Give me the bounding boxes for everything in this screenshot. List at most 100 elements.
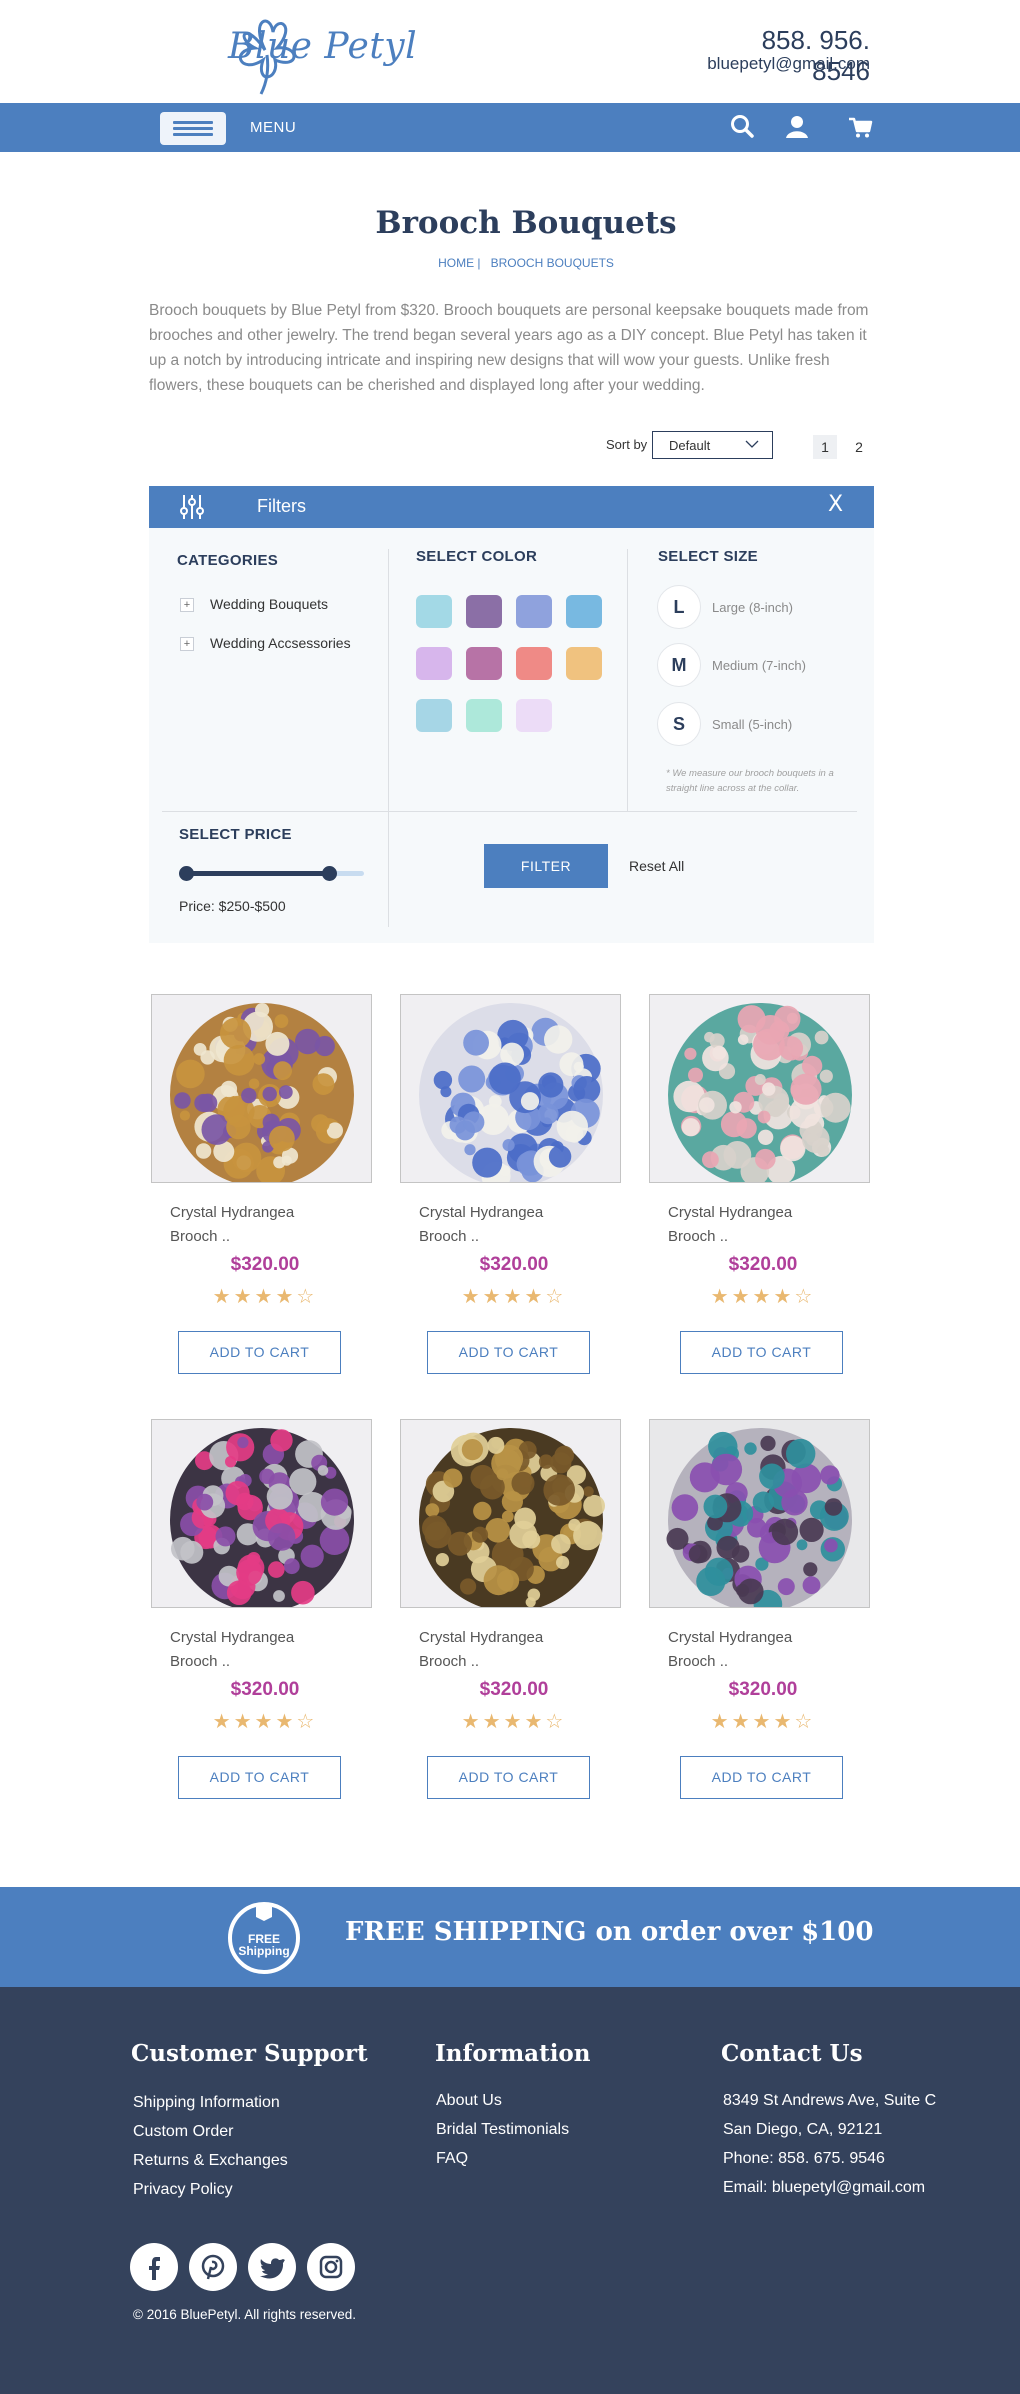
size-small-button[interactable]: S bbox=[657, 702, 701, 746]
shipping-text: FREE SHIPPING on order over $100 bbox=[345, 1917, 874, 1947]
price-slider-min-handle[interactable] bbox=[179, 866, 194, 881]
product-name-line2[interactable]: Brooch .. bbox=[170, 1650, 370, 1674]
reset-all-button[interactable]: Reset All bbox=[629, 858, 684, 874]
bouquet-image bbox=[401, 1420, 620, 1607]
product-name-line2[interactable]: Brooch .. bbox=[668, 1225, 868, 1249]
search-icon[interactable] bbox=[728, 112, 758, 142]
hamburger-bar bbox=[173, 133, 213, 136]
add-to-cart-button[interactable]: ADD TO CART bbox=[178, 1331, 341, 1374]
product-rating: ★★★★☆ bbox=[710, 1284, 816, 1308]
contact-address: 8349 St Andrews Ave, Suite C bbox=[723, 2092, 937, 2109]
bouquet-image bbox=[650, 1420, 869, 1607]
page-1[interactable]: 1 bbox=[813, 435, 837, 459]
product-name[interactable]: Crystal Hydrangea bbox=[668, 1201, 868, 1225]
color-swatch[interactable] bbox=[516, 699, 552, 732]
color-swatch[interactable] bbox=[466, 595, 502, 628]
bouquet-image bbox=[650, 995, 869, 1182]
menu-button[interactable] bbox=[160, 112, 226, 145]
price-heading: SELECT PRICE bbox=[179, 826, 292, 843]
cart-icon[interactable] bbox=[846, 112, 876, 142]
add-to-cart-button[interactable]: ADD TO CART bbox=[427, 1331, 590, 1374]
categories-heading: CATEGORIES bbox=[177, 552, 279, 569]
color-swatch[interactable] bbox=[416, 647, 452, 680]
product-image[interactable] bbox=[151, 994, 372, 1183]
header-email[interactable]: bluepetyl@gmail.com bbox=[680, 54, 870, 74]
user-icon[interactable] bbox=[782, 112, 812, 142]
footer-link-testimonials[interactable]: Bridal Testimonials bbox=[436, 2121, 569, 2139]
color-swatch[interactable] bbox=[516, 647, 552, 680]
add-to-cart-button[interactable]: ADD TO CART bbox=[427, 1756, 590, 1799]
size-note: * We measure our brooch bouquets in a st… bbox=[666, 768, 834, 794]
color-swatch[interactable] bbox=[566, 595, 602, 628]
page-title: Brooch Bouquets bbox=[375, 205, 677, 241]
logo-text[interactable]: Blue Petyl bbox=[228, 26, 417, 67]
breadcrumb-current[interactable]: BROOCH BOUQUETS bbox=[491, 256, 614, 270]
size-large-button[interactable]: L bbox=[657, 585, 701, 629]
hamburger-bar bbox=[173, 127, 213, 130]
close-icon[interactable]: X bbox=[828, 492, 843, 517]
product-image[interactable] bbox=[400, 994, 621, 1183]
color-swatch[interactable] bbox=[466, 647, 502, 680]
page-2[interactable]: 2 bbox=[847, 435, 871, 459]
product-rating: ★★★★☆ bbox=[710, 1709, 816, 1733]
product-name[interactable]: Crystal Hydrangea bbox=[170, 1626, 370, 1650]
product-rating: ★★★★☆ bbox=[461, 1284, 567, 1308]
plus-icon[interactable]: + bbox=[180, 598, 194, 612]
product-name[interactable]: Crystal Hydrangea bbox=[668, 1626, 868, 1650]
filter-button[interactable]: FILTER bbox=[484, 844, 608, 888]
price-slider-max-handle[interactable] bbox=[322, 866, 337, 881]
plus-icon[interactable]: + bbox=[180, 637, 194, 651]
product-name-line2[interactable]: Brooch .. bbox=[170, 1225, 370, 1249]
hamburger-bar bbox=[173, 121, 213, 124]
product-image[interactable] bbox=[649, 994, 870, 1183]
add-to-cart-button[interactable]: ADD TO CART bbox=[178, 1756, 341, 1799]
size-medium-button[interactable]: M bbox=[657, 643, 701, 687]
divider bbox=[162, 811, 857, 812]
chevron-down-icon[interactable] bbox=[745, 437, 759, 451]
category-wedding-accessories[interactable]: Wedding Accsessories bbox=[210, 635, 351, 651]
filter-title: Filters bbox=[257, 496, 306, 516]
twitter-icon[interactable] bbox=[248, 2243, 296, 2291]
pinterest-icon[interactable] bbox=[189, 2243, 237, 2291]
product-name-line2[interactable]: Brooch .. bbox=[419, 1650, 619, 1674]
shipping-badge-text: FREE Shipping bbox=[225, 1933, 303, 1957]
product-rating: ★★★★☆ bbox=[212, 1709, 318, 1733]
color-swatch[interactable] bbox=[466, 699, 502, 732]
menu-label[interactable]: MENU bbox=[250, 119, 296, 136]
size-small-label[interactable]: Small (5-inch) bbox=[712, 717, 792, 732]
footer-link-returns[interactable]: Returns & Exchanges bbox=[133, 2152, 288, 2170]
contact-city: San Diego, CA, 92121 bbox=[723, 2121, 883, 2138]
color-swatch[interactable] bbox=[416, 595, 452, 628]
support-heading: Customer Support bbox=[131, 2040, 368, 2067]
facebook-icon[interactable] bbox=[130, 2243, 178, 2291]
divider bbox=[388, 549, 389, 927]
breadcrumb-home[interactable]: HOME bbox=[438, 256, 474, 270]
sliders-icon[interactable] bbox=[178, 493, 206, 521]
add-to-cart-button[interactable]: ADD TO CART bbox=[680, 1756, 843, 1799]
add-to-cart-button[interactable]: ADD TO CART bbox=[680, 1331, 843, 1374]
color-swatch[interactable] bbox=[516, 595, 552, 628]
divider bbox=[627, 549, 628, 811]
product-image[interactable] bbox=[151, 1419, 372, 1608]
footer-link-privacy[interactable]: Privacy Policy bbox=[133, 2181, 233, 2199]
size-large-label[interactable]: Large (8-inch) bbox=[712, 600, 793, 615]
product-name-line2[interactable]: Brooch .. bbox=[419, 1225, 619, 1249]
product-name-line2[interactable]: Brooch .. bbox=[668, 1650, 868, 1674]
contact-phone[interactable]: Phone: 858. 675. 9546 bbox=[723, 2150, 885, 2168]
product-image[interactable] bbox=[649, 1419, 870, 1608]
instagram-icon[interactable] bbox=[307, 2243, 355, 2291]
color-swatch[interactable] bbox=[416, 699, 452, 732]
category-wedding-bouquets[interactable]: Wedding Bouquets bbox=[210, 596, 328, 612]
footer-link-shipping[interactable]: Shipping Information bbox=[133, 2094, 280, 2112]
product-name[interactable]: Crystal Hydrangea bbox=[419, 1201, 619, 1225]
product-name[interactable]: Crystal Hydrangea bbox=[170, 1201, 370, 1225]
footer-link-faq[interactable]: FAQ bbox=[436, 2150, 468, 2168]
footer-link-about[interactable]: About Us bbox=[436, 2092, 502, 2110]
product-name[interactable]: Crystal Hydrangea bbox=[419, 1626, 619, 1650]
contact-email[interactable]: Email: bluepetyl@gmail.com bbox=[723, 2179, 925, 2197]
color-swatch[interactable] bbox=[566, 647, 602, 680]
size-medium-label[interactable]: Medium (7-inch) bbox=[712, 658, 806, 673]
product-price: $320.00 bbox=[479, 1679, 549, 1700]
product-image[interactable] bbox=[400, 1419, 621, 1608]
footer-link-custom-order[interactable]: Custom Order bbox=[133, 2123, 233, 2141]
